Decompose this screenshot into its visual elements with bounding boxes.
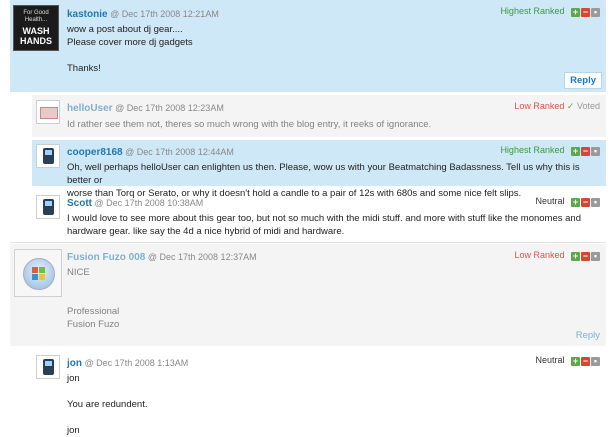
comment-body: Id rather see them not, theres so much w…	[67, 119, 432, 130]
rank-label: Neutral	[535, 355, 565, 365]
comment-username[interactable]: Fusion Fuzo 008	[67, 252, 145, 263]
reply-button[interactable]: Reply	[576, 330, 600, 341]
vote-down-button[interactable]: −	[581, 251, 590, 261]
comment-hellouser: helloUser @ Dec 17th 2008 12:23AM Low Ra…	[32, 95, 606, 137]
comment-body: I would love to see more about this gear…	[67, 213, 581, 237]
comment-username[interactable]: Scott	[67, 198, 92, 209]
rank-label: Low Ranked	[514, 250, 565, 260]
vote-up-button[interactable]: +	[571, 251, 580, 261]
comment-username[interactable]: jon	[67, 358, 82, 369]
vote-down-button[interactable]: −	[581, 356, 590, 366]
rank-label: Low Ranked	[514, 101, 565, 111]
avatar[interactable]	[36, 355, 60, 379]
comment-body: jon You are redundent. jon	[67, 373, 148, 436]
avatar[interactable]: For Good Health... WASH HANDS	[13, 5, 59, 51]
comment-date: Dec 17th 2008 1:13AM	[96, 358, 189, 368]
voted-label: Voted	[576, 101, 600, 111]
vote-down-button[interactable]: −	[581, 7, 590, 17]
comment-date: Dec 17th 2008 12:21AM	[121, 9, 219, 19]
flag-button[interactable]: ▪	[591, 197, 600, 207]
vote-up-button[interactable]: +	[571, 356, 580, 366]
comment-fusion-fuzo: Fusion Fuzo 008 @ Dec 17th 2008 12:37AM …	[10, 244, 606, 346]
flag-button[interactable]: ▪	[591, 146, 600, 156]
flag-button[interactable]: ▪	[591, 251, 600, 261]
flag-button[interactable]: ▪	[591, 356, 600, 366]
flag-button[interactable]: ▪	[591, 7, 600, 17]
comment-cooper8168: cooper8168 @ Dec 17th 2008 12:44AM Highe…	[32, 140, 606, 199]
comment-kastonie: For Good Health... WASH HANDS kastonie @…	[10, 0, 606, 92]
rank-label: Highest Ranked	[500, 145, 565, 155]
avatar[interactable]	[36, 100, 60, 124]
comment-date: Dec 17th 2008 12:37AM	[159, 252, 257, 262]
reply-button[interactable]: Reply	[564, 72, 602, 89]
divider	[10, 242, 606, 243]
rank-label: Neutral	[535, 196, 565, 206]
vote-up-button[interactable]: +	[571, 7, 580, 17]
comment-username[interactable]: helloUser	[67, 103, 113, 114]
comment-body: wow a post about dj gear.... Please cove…	[67, 24, 193, 74]
avatar[interactable]	[14, 249, 62, 297]
avatar[interactable]	[36, 144, 60, 168]
comment-scott: Scott @ Dec 17th 2008 10:38AM Neutral + −…	[32, 190, 606, 240]
vote-up-button[interactable]: +	[571, 197, 580, 207]
comment-body: NICE Professional Fusion Fuzo	[67, 267, 120, 330]
comment-jon: jon @ Dec 17th 2008 1:13AM Neutral + − ▪ j…	[32, 350, 606, 437]
vote-down-button[interactable]: −	[581, 197, 590, 207]
check-icon: ✓	[566, 101, 575, 111]
comment-username[interactable]: cooper8168	[67, 147, 123, 158]
comment-date: Dec 17th 2008 12:23AM	[126, 103, 224, 113]
comment-date: Dec 17th 2008 12:44AM	[136, 147, 234, 157]
avatar[interactable]	[36, 195, 60, 219]
comment-date: Dec 17th 2008 10:38AM	[106, 198, 204, 208]
vote-up-button[interactable]: +	[571, 146, 580, 156]
rank-label: Highest Ranked	[500, 6, 565, 16]
vote-down-button[interactable]: −	[581, 146, 590, 156]
comment-username[interactable]: kastonie	[67, 9, 108, 20]
